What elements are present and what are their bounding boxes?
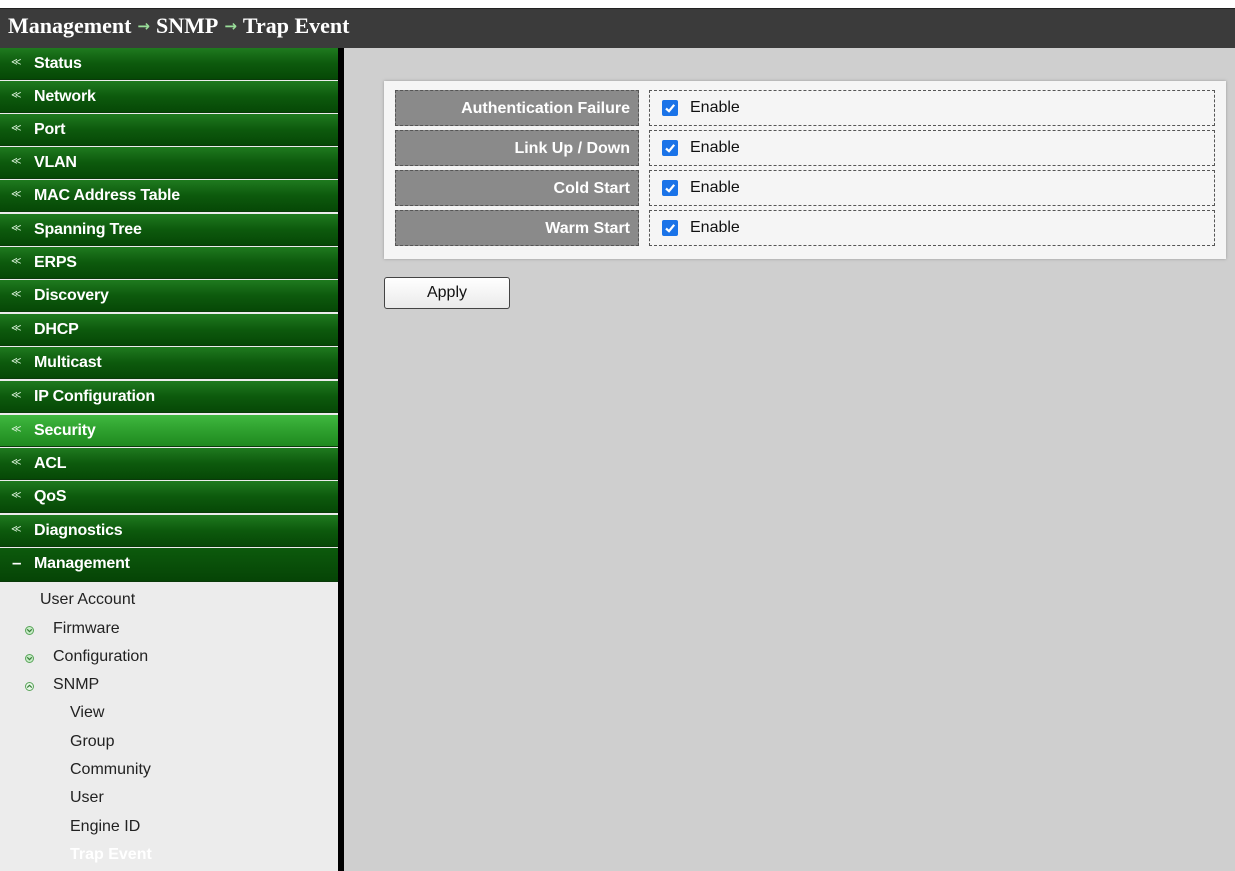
expand-chevron-icon: ≪ <box>11 123 22 134</box>
submenu-snmp-engine-id[interactable]: Engine ID <box>70 818 140 836</box>
sidebar-item-label: DHCP <box>34 321 79 338</box>
enable-label: Enable <box>690 179 740 196</box>
sidebar-item-label: ERPS <box>34 254 77 271</box>
submenu-configuration[interactable]: Configuration <box>53 648 148 666</box>
sidebar-item-security[interactable]: ≪ Security <box>0 415 338 447</box>
submenu-snmp-view[interactable]: View <box>70 704 104 722</box>
expand-chevron-icon: ≪ <box>11 90 22 101</box>
expand-chevron-icon: ≪ <box>11 390 22 401</box>
title-bar: Management → SNMP → Trap Event <box>0 0 1235 49</box>
expand-chevron-icon: ≪ <box>11 490 22 501</box>
sidebar-item-spanning-tree[interactable]: ≪ Spanning Tree <box>0 214 338 246</box>
expand-chevron-icon: ≪ <box>11 356 22 367</box>
submenu-snmp-user[interactable]: User <box>70 789 104 807</box>
row-label-authentication-failure: Authentication Failure <box>395 90 639 126</box>
expand-bullet-icon <box>25 654 34 663</box>
row-value-cold-start: Enable <box>649 170 1215 206</box>
cold-start-checkbox[interactable] <box>662 180 678 196</box>
enable-label: Enable <box>690 219 740 236</box>
sidebar-item-label: Port <box>34 121 66 138</box>
sidebar-item-dhcp[interactable]: ≪ DHCP <box>0 314 338 346</box>
expand-chevron-icon: ≪ <box>11 524 22 535</box>
collapse-minus-icon: – <box>12 553 22 572</box>
sidebar-item-status[interactable]: ≪ Status <box>0 48 338 80</box>
link-up-down-checkbox[interactable] <box>662 140 678 156</box>
collapse-bullet-icon <box>25 682 34 691</box>
row-label-text: Authentication Failure <box>461 100 630 117</box>
submenu-user-account[interactable]: User Account <box>40 591 135 609</box>
expand-chevron-icon: ≪ <box>11 323 22 334</box>
expand-chevron-icon: ≪ <box>11 57 22 68</box>
trap-event-panel: Authentication Failure Enable Link Up / … <box>384 81 1226 259</box>
sidebar-item-discovery[interactable]: ≪ Discovery <box>0 280 338 312</box>
sidebar-item-label: Status <box>34 55 82 72</box>
sidebar-item-label: Security <box>34 422 96 439</box>
submenu-snmp[interactable]: SNMP <box>53 676 99 694</box>
breadcrumb-arrow-icon: → <box>137 17 150 35</box>
expand-chevron-icon: ≪ <box>11 457 22 468</box>
sidebar-item-label: Spanning Tree <box>34 221 142 238</box>
sidebar-item-diagnostics[interactable]: ≪ Diagnostics <box>0 515 338 547</box>
checkmark-icon <box>665 144 676 153</box>
breadcrumb-snmp: SNMP <box>156 13 219 38</box>
sidebar: ≪ Status ≪ Network ≪ Port ≪ VLAN ≪ MAC Addres… <box>0 48 338 871</box>
submenu-snmp-community[interactable]: Community <box>70 761 151 779</box>
authentication-failure-checkbox[interactable] <box>662 100 678 116</box>
breadcrumb-trap-event: Trap Event <box>242 13 350 38</box>
sidebar-item-qos[interactable]: ≪ QoS <box>0 481 338 513</box>
sidebar-item-label: VLAN <box>34 154 77 171</box>
expand-chevron-icon: ≪ <box>11 156 22 167</box>
checkmark-icon <box>665 184 676 193</box>
row-value-authentication-failure: Enable <box>649 90 1215 126</box>
sidebar-item-label: Management <box>34 555 130 572</box>
sidebar-item-label: Multicast <box>34 354 102 371</box>
sidebar-item-vlan[interactable]: ≪ VLAN <box>0 147 338 179</box>
sidebar-item-erps[interactable]: ≪ ERPS <box>0 247 338 279</box>
expand-chevron-icon: ≪ <box>11 289 22 300</box>
sidebar-item-management[interactable]: – Management <box>0 548 338 582</box>
warm-start-checkbox[interactable] <box>662 220 678 236</box>
row-label-text: Warm Start <box>545 220 630 237</box>
enable-label: Enable <box>690 139 740 156</box>
sidebar-item-label: ACL <box>34 455 67 472</box>
submenu-firmware[interactable]: Firmware <box>53 620 120 638</box>
sidebar-item-label: Discovery <box>34 287 109 304</box>
sidebar-item-network[interactable]: ≪ Network <box>0 81 338 113</box>
checkmark-icon <box>665 104 676 113</box>
row-value-link-up-down: Enable <box>649 130 1215 166</box>
breadcrumb: Management → SNMP → Trap Event <box>8 13 349 39</box>
main-content: Authentication Failure Enable Link Up / … <box>344 48 1235 871</box>
row-label-cold-start: Cold Start <box>395 170 639 206</box>
row-label-text: Cold Start <box>553 180 630 197</box>
sidebar-item-ip-configuration[interactable]: ≪ IP Configuration <box>0 381 338 413</box>
row-value-warm-start: Enable <box>649 210 1215 246</box>
expand-chevron-icon: ≪ <box>11 223 22 234</box>
sidebar-item-label: MAC Address Table <box>34 187 180 204</box>
sidebar-item-label: Diagnostics <box>34 522 123 539</box>
expand-chevron-icon: ≪ <box>11 189 22 200</box>
expand-bullet-icon <box>25 626 34 635</box>
breadcrumb-arrow-icon: → <box>224 17 237 35</box>
row-label-link-up-down: Link Up / Down <box>395 130 639 166</box>
sidebar-item-label: IP Configuration <box>34 388 155 405</box>
sidebar-item-label: QoS <box>34 488 67 505</box>
checkmark-icon <box>665 224 676 233</box>
breadcrumb-management: Management <box>8 13 132 38</box>
sidebar-item-label: Network <box>34 88 96 105</box>
row-label-text: Link Up / Down <box>514 140 630 157</box>
row-label-warm-start: Warm Start <box>395 210 639 246</box>
enable-label: Enable <box>690 99 740 116</box>
sidebar-item-multicast[interactable]: ≪ Multicast <box>0 347 338 379</box>
submenu-snmp-group[interactable]: Group <box>70 733 114 751</box>
expand-chevron-icon: ≪ <box>11 424 22 435</box>
submenu-snmp-trap-event[interactable]: Trap Event <box>70 846 152 864</box>
sidebar-item-port[interactable]: ≪ Port <box>0 114 338 146</box>
expand-chevron-icon: ≪ <box>11 256 22 267</box>
sidebar-item-acl[interactable]: ≪ ACL <box>0 448 338 480</box>
sidebar-item-mac-address-table[interactable]: ≪ MAC Address Table <box>0 180 338 212</box>
apply-button[interactable]: Apply <box>384 277 510 309</box>
